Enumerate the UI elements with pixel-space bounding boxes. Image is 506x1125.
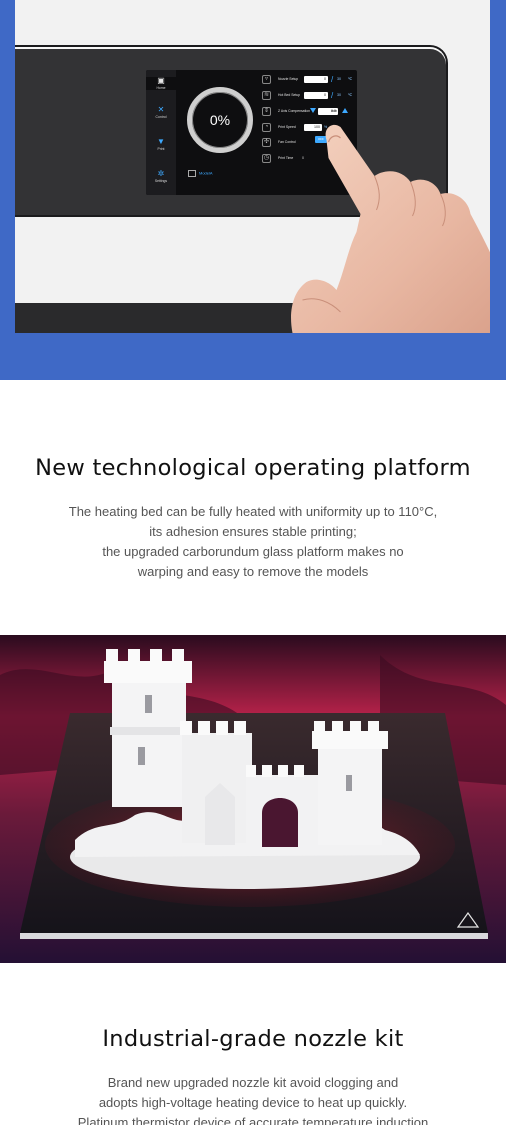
speed-icon: ◔ (262, 123, 271, 132)
printer-base (15, 303, 490, 333)
nozzle-temp-input[interactable]: 0 (304, 76, 328, 83)
print-speed-row: ◔ Print Speed 100 % (262, 123, 354, 134)
platform-section-description: The heating bed can be fully heated with… (0, 502, 506, 582)
hot-bed-icon: ≋ (262, 91, 271, 100)
printer-photo: ▣ Home ✕ Control ▼ Print ✲ Settings 0% M… (15, 0, 490, 333)
description-line: the upgraded carborundum glass platform … (102, 544, 404, 559)
progress-percent: 0% (209, 112, 231, 128)
nav-home-label: Home (156, 86, 166, 90)
print-time-value: 0 (302, 156, 304, 160)
model-file-name: ModelA (199, 170, 213, 176)
nozzle-icon: ▿ (262, 75, 271, 84)
clock-icon: ◷ (262, 154, 271, 163)
nozzle-target: 30 (337, 77, 341, 81)
nav-settings-label: Settings (154, 179, 168, 183)
z-axis-label: Z Axis Compensation (278, 109, 311, 113)
nav-home[interactable]: ▣ Home (146, 76, 176, 91)
nozzle-section-title: Industrial-grade nozzle kit (102, 1026, 404, 1052)
hot-bed-setup-row: ≋ Hot Bed Setup 0 / 30 ℃ (262, 91, 354, 102)
nozzle-section-description: Brand new upgraded nozzle kit avoid clog… (0, 1073, 506, 1125)
description-line: its adhesion ensures stable printing; (149, 524, 357, 539)
touchscreen-banner: ▣ Home ✕ Control ▼ Print ✲ Settings 0% M… (0, 0, 506, 380)
tools-icon: ✕ (157, 105, 165, 114)
display-sidebar: ▣ Home ✕ Control ▼ Print ✲ Settings (146, 70, 176, 195)
hot-bed-target: 30 (337, 93, 341, 97)
platform-section-title: New technological operating platform (35, 455, 471, 481)
hot-bed-temp-input[interactable]: 0 (304, 92, 328, 99)
increase-arrow-icon[interactable] (342, 108, 348, 113)
fan-control-label: Fan Control (278, 140, 296, 144)
touch-display: ▣ Home ✕ Control ▼ Print ✲ Settings 0% M… (146, 70, 357, 195)
nav-print-label: Print (157, 147, 165, 151)
print-icon: ▼ (157, 137, 165, 146)
print-speed-label: Print Speed (278, 125, 296, 129)
fan-icon: ✣ (262, 138, 271, 147)
z-offset-unit: mm (331, 109, 337, 113)
nav-print[interactable]: ▼ Print (146, 138, 176, 151)
description-line: Brand new upgraded nozzle kit avoid clog… (107, 1075, 399, 1090)
description-line: The heating bed can be fully heated with… (68, 504, 438, 519)
print-speed-unit: % (324, 125, 328, 129)
fan-control-row: ✣ Fan Control (262, 138, 354, 149)
gear-icon: ✲ (157, 169, 165, 178)
fan-toggle-button[interactable]: OFF (315, 136, 327, 143)
nav-settings[interactable]: ✲ Settings (146, 170, 176, 183)
file-icon (188, 170, 196, 177)
description-line: adopts high-voltage heating device to he… (98, 1095, 408, 1110)
castle-on-build-plate-image (0, 635, 506, 963)
nav-control[interactable]: ✕ Control (146, 106, 176, 119)
castle-print-photo (0, 635, 506, 963)
home-icon: ▣ (157, 76, 165, 85)
z-axis-icon: ⇕ (262, 107, 271, 116)
slash-separator: / (331, 75, 334, 84)
hot-bed-setup-label: Hot Bed Setup (278, 93, 301, 97)
nozzle-unit: ℃ (348, 77, 353, 81)
decrease-arrow-icon[interactable] (310, 108, 316, 113)
description-line: Platinum thermistor device of accurate t… (77, 1115, 429, 1125)
nav-control-label: Control (155, 115, 167, 119)
print-time-label: Print Time (278, 156, 294, 160)
model-file-row[interactable]: ModelA (188, 170, 213, 177)
hot-bed-unit: ℃ (348, 93, 353, 97)
print-speed-input[interactable]: 100 (304, 124, 322, 131)
print-time-row: ◷ Print Time 0 (262, 154, 354, 165)
slash-separator: / (331, 91, 334, 100)
nozzle-setup-label: Nozzle Setup (278, 77, 299, 81)
z-axis-compensation-row: ⇕ Z Axis Compensation 0.0 mm (262, 107, 354, 118)
description-line: warping and easy to remove the models (137, 564, 369, 579)
nozzle-setup-row: ▿ Nozzle Setup 0 / 30 ℃ (262, 75, 354, 86)
